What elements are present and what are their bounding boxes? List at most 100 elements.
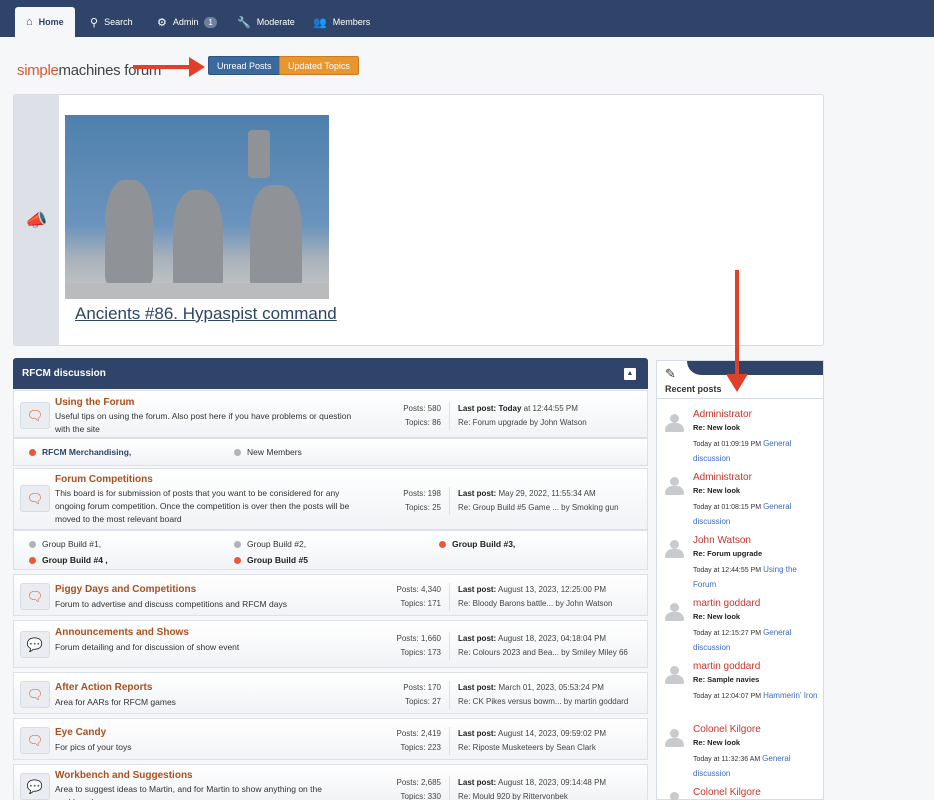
board-lastpost: Last post: Today at 12:44:55 PM Re: Foru… xyxy=(458,404,587,427)
board-category: RFCM discussion ▲ 🗨 Using the Forum Usef… xyxy=(13,358,648,800)
child-board[interactable]: Group Build #2, xyxy=(234,539,306,549)
board-chat-icon: 💬 xyxy=(20,631,50,658)
recent-post-user[interactable]: Colonel Kilgore xyxy=(693,724,761,735)
news-image[interactable] xyxy=(65,115,329,299)
recent-post-subject[interactable]: Re: New look xyxy=(693,738,740,747)
board-row: 🗨 Forum Competitions This board is for s… xyxy=(13,468,648,530)
board-chat-icon: 🗨 xyxy=(20,681,50,708)
child-board[interactable]: Group Build #3, xyxy=(439,539,515,549)
members-icon: 👥 xyxy=(313,16,327,29)
recent-post-user[interactable]: John Watson xyxy=(693,535,751,546)
recent-post-subject[interactable]: Re: New look xyxy=(693,423,740,432)
board-stats: Posts: 1,660 Topics: 173 xyxy=(370,632,450,660)
recent-post-user[interactable]: Administrator xyxy=(693,409,752,420)
board-desc: Useful tips on using the forum. Also pos… xyxy=(55,411,352,434)
board-title[interactable]: Eye Candy xyxy=(55,727,106,738)
wrench-icon: 🔧 xyxy=(237,16,251,29)
board-chat-icon: 🗨 xyxy=(20,402,50,429)
board-title[interactable]: Forum Competitions xyxy=(55,474,153,485)
board-lastpost: Last post: August 14, 2023, 09:59:02 PM … xyxy=(458,729,607,752)
megaphone-icon: 📣 xyxy=(14,95,59,345)
admin-badge: 1 xyxy=(204,16,217,28)
board-row: 🗨 After Action Reports Area for AARs for… xyxy=(13,672,648,714)
board-chat-icon: 🗨 xyxy=(20,727,50,754)
board-title[interactable]: Workbench and Suggestions xyxy=(55,770,193,781)
avatar xyxy=(663,477,685,495)
tab-home[interactable]: ⌂ Home xyxy=(15,7,75,37)
board-stats: Posts: 170 Topics: 27 xyxy=(370,681,450,709)
board-desc: Forum detailing and for discussion of sh… xyxy=(55,642,240,652)
recent-post-time: Today at 01:09:19 PM General discussion xyxy=(693,439,792,463)
recent-post-user[interactable]: Colonel Kilgore xyxy=(693,787,761,798)
search-icon: ⚲ xyxy=(90,16,99,29)
board-stats: Posts: 2,419 Topics: 223 xyxy=(370,727,450,755)
category-title: RFCM discussion xyxy=(22,368,106,379)
board-lastpost: Last post: August 18, 2023, 04:18:04 PM … xyxy=(458,634,628,657)
recent-post-time: Today at 12:15:27 PM General discussion xyxy=(693,628,792,652)
recent-post-subject[interactable]: Re: Sample navies xyxy=(693,675,759,684)
tab-moderate[interactable]: 🔧 Moderate xyxy=(226,7,306,37)
board-title[interactable]: Piggy Days and Competitions xyxy=(55,584,196,595)
board-row: 🗨 Using the Forum Useful tips on using t… xyxy=(13,390,648,438)
tab-members[interactable]: 👥 Members xyxy=(302,7,381,37)
board-desc: This board is for submission of posts th… xyxy=(55,488,350,524)
board-stats: Posts: 2,685 Topics: 330 xyxy=(370,776,450,800)
child-board[interactable]: New Members xyxy=(234,447,302,457)
tab-admin[interactable]: ⚙ Admin 1 xyxy=(146,7,228,37)
child-board[interactable]: RFCM Merchandising, xyxy=(29,447,131,457)
news-link[interactable]: Ancients #86. Hypaspist command xyxy=(75,304,337,324)
avatar xyxy=(663,792,685,800)
board-title[interactable]: Announcements and Shows xyxy=(55,627,189,638)
collapse-icon[interactable]: ▲ xyxy=(624,368,636,380)
recent-post-time: Today at 12:04:07 PM Hammerin' Iron xyxy=(693,691,818,700)
board-desc: Area to suggest ideas to Martin, and for… xyxy=(55,784,322,800)
recent-post-time: Today at 11:32:36 AM General discussion xyxy=(693,754,791,778)
board-row: 💬 Workbench and Suggestions Area to sugg… xyxy=(13,764,648,800)
edit-icon: ✎ xyxy=(665,366,676,381)
board-desc: Forum to advertise and discuss competiti… xyxy=(55,599,287,609)
avatar xyxy=(663,729,685,747)
board-title[interactable]: Using the Forum xyxy=(55,397,134,408)
gear-icon: ⚙ xyxy=(157,16,167,29)
board-lastpost: Last post: May 29, 2022, 11:55:34 AM Re:… xyxy=(458,489,619,512)
recent-post-subject[interactable]: Re: New look xyxy=(693,486,740,495)
child-boards: Group Build #1, Group Build #2, Group Bu… xyxy=(13,530,648,570)
board-stats: Posts: 4,340 Topics: 171 xyxy=(370,583,450,611)
tab-search[interactable]: ⚲ Search xyxy=(79,7,144,37)
updated-topics-button[interactable]: Updated Topics xyxy=(279,56,359,75)
recent-posts-title: Recent posts xyxy=(665,384,722,394)
board-chat-icon: 🗨 xyxy=(20,583,50,610)
board-desc: Area for AARs for RFCM games xyxy=(55,697,176,707)
recent-post-user[interactable]: martin goddard xyxy=(693,661,760,672)
child-board[interactable]: Group Build #4 , xyxy=(29,555,108,565)
recent-post-time: Today at 12:44:55 PM Using the Forum xyxy=(693,565,797,589)
red-arrow-right xyxy=(133,57,205,77)
child-board[interactable]: Group Build #5 xyxy=(234,555,308,565)
unread-posts-button[interactable]: Unread Posts xyxy=(208,56,281,75)
board-row: 🗨 Piggy Days and Competitions Forum to a… xyxy=(13,574,648,616)
board-chat-icon: 💬 xyxy=(20,773,50,800)
recent-post-subject[interactable]: Re: Forum upgrade xyxy=(693,549,762,558)
board-stats: Posts: 580 Topics: 86 xyxy=(370,402,450,430)
child-boards: RFCM Merchandising, New Members xyxy=(13,438,648,466)
recent-post-user[interactable]: Administrator xyxy=(693,472,752,483)
recent-post-time: Today at 01:08:15 PM General discussion xyxy=(693,502,792,526)
avatar xyxy=(663,414,685,432)
avatar xyxy=(663,603,685,621)
category-header: RFCM discussion ▲ xyxy=(13,358,648,389)
board-title[interactable]: After Action Reports xyxy=(55,682,152,693)
board-row: 🗨 Eye Candy For pics of your toys Posts:… xyxy=(13,718,648,760)
recent-post-subject[interactable]: Re: New look xyxy=(693,612,740,621)
news-box: 📣 Ancients #86. Hypaspist command xyxy=(13,94,824,346)
avatar xyxy=(663,540,685,558)
recent-post-user[interactable]: martin goddard xyxy=(693,598,760,609)
board-stats: Posts: 198 Topics: 25 xyxy=(370,487,450,515)
home-icon: ⌂ xyxy=(26,16,33,28)
red-arrow-down xyxy=(726,270,748,392)
recent-posts-list: Administrator Re: New look Today at 01:0… xyxy=(656,398,824,800)
main-menu: ⌂ Home ⚲ Search ⚙ Admin 1 🔧 Moderate 👥 M… xyxy=(0,0,934,37)
child-board[interactable]: Group Build #1, xyxy=(29,539,101,549)
board-lastpost: Last post: August 13, 2023, 12:25:00 PM … xyxy=(458,585,613,608)
board-row: 💬 Announcements and Shows Forum detailin… xyxy=(13,620,648,668)
board-chat-icon: 🗨 xyxy=(20,485,50,512)
